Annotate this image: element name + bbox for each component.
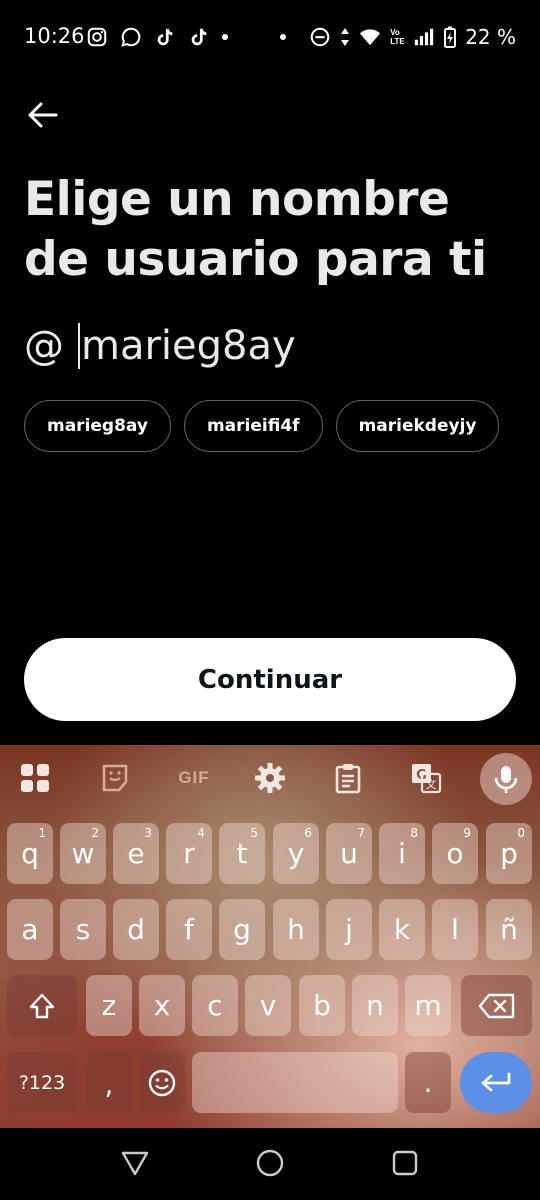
page-title: Elige un nombre de usuario para ti <box>24 172 487 287</box>
at-prefix: @ <box>24 323 64 369</box>
key-j[interactable]: j <box>326 899 372 960</box>
navigation-bar <box>0 1128 540 1200</box>
key-t[interactable]: t5 <box>219 823 265 884</box>
system-icons: Vo LTE 22 % <box>280 24 516 50</box>
enter-key[interactable] <box>460 1052 532 1113</box>
key-m[interactable]: m <box>405 975 451 1036</box>
key-c[interactable]: c <box>192 975 238 1036</box>
text-cursor <box>78 323 80 369</box>
notification-icons <box>86 24 228 50</box>
period-key[interactable]: . <box>405 1052 451 1113</box>
chat-icon <box>121 27 141 47</box>
instagram-icon <box>87 27 107 47</box>
key-g[interactable]: g <box>219 899 265 960</box>
emoji-key[interactable] <box>139 1052 185 1113</box>
backspace-icon <box>478 993 514 1018</box>
shift-icon <box>29 993 55 1018</box>
suggestion-chip[interactable]: marieg8ay <box>24 400 171 452</box>
key-s[interactable]: s <box>60 899 106 960</box>
key-n-tilde[interactable]: ñ <box>486 899 532 960</box>
mic-button[interactable] <box>480 753 532 805</box>
key-k[interactable]: k <box>379 899 425 960</box>
backspace-key[interactable] <box>461 975 532 1036</box>
back-arrow-icon <box>28 102 58 128</box>
username-value: marieg8ay <box>81 323 296 369</box>
back-button[interactable] <box>26 98 60 132</box>
key-d[interactable]: d <box>113 899 159 960</box>
space-bar[interactable] <box>192 1052 398 1113</box>
tiktok-icon <box>157 28 173 46</box>
key-x[interactable]: x <box>139 975 185 1036</box>
sticker-icon[interactable] <box>98 761 132 795</box>
data-arrows-icon <box>341 28 350 46</box>
key-z[interactable]: z <box>86 975 132 1036</box>
home-circle-icon[interactable] <box>255 1148 285 1178</box>
clipboard-icon[interactable] <box>331 761 365 795</box>
keyboard: GIF G文 q1 w2 e3 r4 t5 y6 u7 i8 o9 p0 a s… <box>0 745 540 1128</box>
key-y[interactable]: y6 <box>273 823 319 884</box>
gif-button[interactable]: GIF <box>174 761 214 795</box>
key-f[interactable]: f <box>166 899 212 960</box>
back-triangle-icon[interactable] <box>120 1148 150 1178</box>
username-input[interactable]: @ marieg8ay <box>24 318 296 374</box>
tiktok-icon <box>191 28 207 46</box>
key-q[interactable]: q1 <box>7 823 53 884</box>
key-i[interactable]: i8 <box>379 823 425 884</box>
keyboard-toolbar: GIF G文 <box>0 745 540 811</box>
enter-icon <box>481 1072 511 1091</box>
continue-button[interactable]: Continuar <box>24 638 516 721</box>
key-h[interactable]: h <box>273 899 319 960</box>
shift-key[interactable] <box>7 975 77 1036</box>
dot-icon <box>222 34 228 40</box>
key-p[interactable]: p0 <box>486 823 532 884</box>
key-b[interactable]: b <box>299 975 345 1036</box>
emoji-icon <box>148 1069 176 1096</box>
volte-icon: Vo LTE <box>390 28 405 46</box>
dot-icon <box>280 34 287 40</box>
battery-percent: 22 % <box>465 25 516 49</box>
status-bar: 10:26 Vo LTE 22 % <box>0 0 540 74</box>
mic-icon <box>494 766 518 793</box>
key-a[interactable]: a <box>7 899 53 960</box>
key-o[interactable]: o9 <box>432 823 478 884</box>
key-w[interactable]: w2 <box>60 823 106 884</box>
do-not-disturb-icon <box>310 27 330 47</box>
apps-icon[interactable] <box>18 761 52 795</box>
key-v[interactable]: v <box>245 975 291 1036</box>
key-u[interactable]: u7 <box>326 823 372 884</box>
key-n[interactable]: n <box>352 975 398 1036</box>
key-e[interactable]: e3 <box>113 823 159 884</box>
signal-icon <box>415 28 434 46</box>
translate-icon[interactable]: G文 <box>409 761 443 795</box>
key-r[interactable]: r4 <box>166 823 212 884</box>
username-suggestions: marieg8ay marieifi4f mariekdeyjy <box>24 400 500 452</box>
recents-square-icon[interactable] <box>390 1148 420 1178</box>
battery-charging-icon <box>444 26 457 48</box>
wifi-icon <box>360 29 381 46</box>
settings-icon[interactable] <box>253 761 287 795</box>
status-time: 10:26 <box>24 24 85 48</box>
suggestion-chip[interactable]: marieifi4f <box>183 400 323 452</box>
comma-key[interactable]: , <box>86 1052 132 1113</box>
key-l[interactable]: l <box>432 899 478 960</box>
svg-text:文: 文 <box>426 777 437 791</box>
symbols-key[interactable]: ?123 <box>7 1052 77 1113</box>
suggestion-chip[interactable]: mariekdeyjy <box>335 400 500 452</box>
